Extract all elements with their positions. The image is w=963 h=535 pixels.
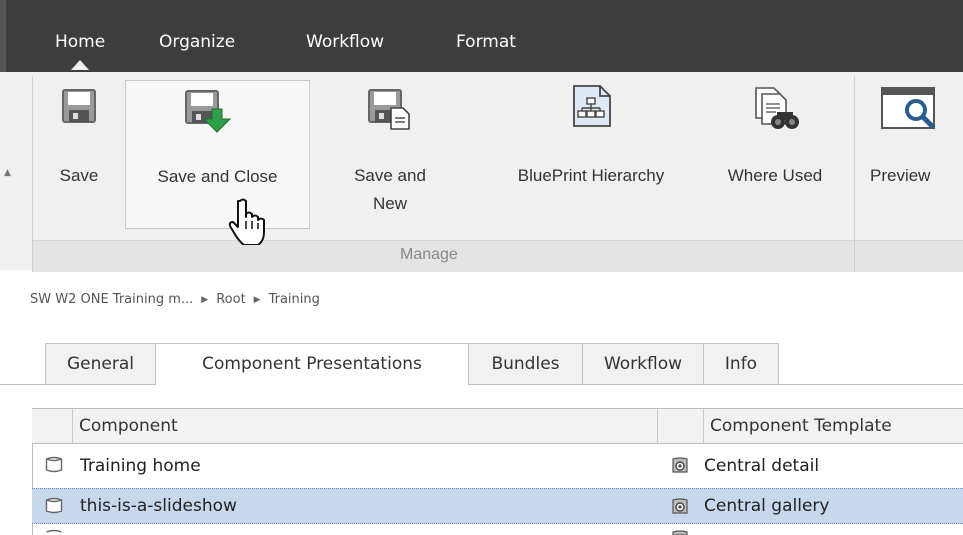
save-and-close-button[interactable]: Save and Close [125,80,310,229]
save-close-icon [185,90,232,133]
save-button-label: Save [59,166,99,185]
save-and-close-label: Save and Close [157,167,278,186]
menu-tab-home[interactable]: Home [55,32,105,70]
tab-info[interactable]: Info [703,343,779,384]
ribbon-group-bar [855,240,963,272]
tab-strip-line [0,384,963,385]
breadcrumb-separator-icon: ▶ [253,295,261,305]
hand-cursor-icon [228,198,265,245]
template-cell: Central detail [704,456,820,476]
tab-workflow[interactable]: Workflow [582,343,704,384]
preview-button[interactable]: Preview [862,80,963,230]
breadcrumb-training[interactable]: Training [269,292,320,307]
save-and-new-label-line1: Save and [354,166,426,185]
component-template-icon [672,457,688,473]
component-template-icon [672,530,688,535]
blueprint-hierarchy-label: BluePrint Hierarchy [517,166,665,185]
header-icon-column [657,409,703,444]
blueprint-hierarchy-button[interactable]: BluePrint Hierarchy [488,80,694,230]
menu-bar-edge [0,0,6,72]
breadcrumb-separator-icon: ▶ [201,295,209,305]
breadcrumb: SW W2 ONE Training m... ▶ Root ▶ Training [30,292,320,307]
tab-component-presentations[interactable]: Component Presentations [155,343,469,385]
table-header: Component Component Template [32,408,963,444]
table-row-selected[interactable]: this-is-a-slideshow Central gallery [32,488,963,524]
tab-bundles[interactable]: Bundles [468,343,583,384]
breadcrumb-root[interactable]: Root [216,292,245,307]
where-used-label: Where Used [727,166,823,185]
table-row[interactable]: Training home Central detail [32,448,963,484]
save-button[interactable]: Save [48,80,110,230]
component-icon [45,497,63,514]
blueprint-hierarchy-icon [573,85,611,127]
application-window: Home Organize Workflow Format ▲ Manage S… [0,0,963,535]
save-and-new-label-line2: New [372,194,407,213]
component-icon [45,456,63,473]
preview-icon [881,87,935,129]
breadcrumb-publication[interactable]: SW W2 ONE Training m... [30,292,193,307]
column-header-component[interactable]: Component [72,409,657,444]
template-cell: Central gallery [704,496,830,516]
component-cell: this-is-a-slideshow [80,496,237,516]
preview-label: Preview [870,166,931,185]
save-new-icon [368,89,410,130]
component-cell: Training home [80,456,201,476]
component-icon [46,529,62,533]
component-template-icon [672,498,688,514]
ribbon-group-label: Manage [400,246,458,263]
menu-bar: Home Organize Workflow Format [0,0,963,72]
floppy-disk-icon [62,89,96,123]
ribbon-scroll-left-icon[interactable]: ▲ [4,168,11,178]
column-header-component-template[interactable]: Component Template [703,409,963,444]
where-used-icon [755,87,799,129]
where-used-button[interactable]: Where Used [710,80,840,230]
menu-tab-format[interactable]: Format [456,32,516,52]
menu-tab-workflow[interactable]: Workflow [306,32,384,52]
save-and-new-button[interactable]: Save and New [335,80,445,230]
tab-general[interactable]: General [45,343,156,384]
menu-tab-organize[interactable]: Organize [159,32,235,52]
header-icon-column [32,409,72,444]
